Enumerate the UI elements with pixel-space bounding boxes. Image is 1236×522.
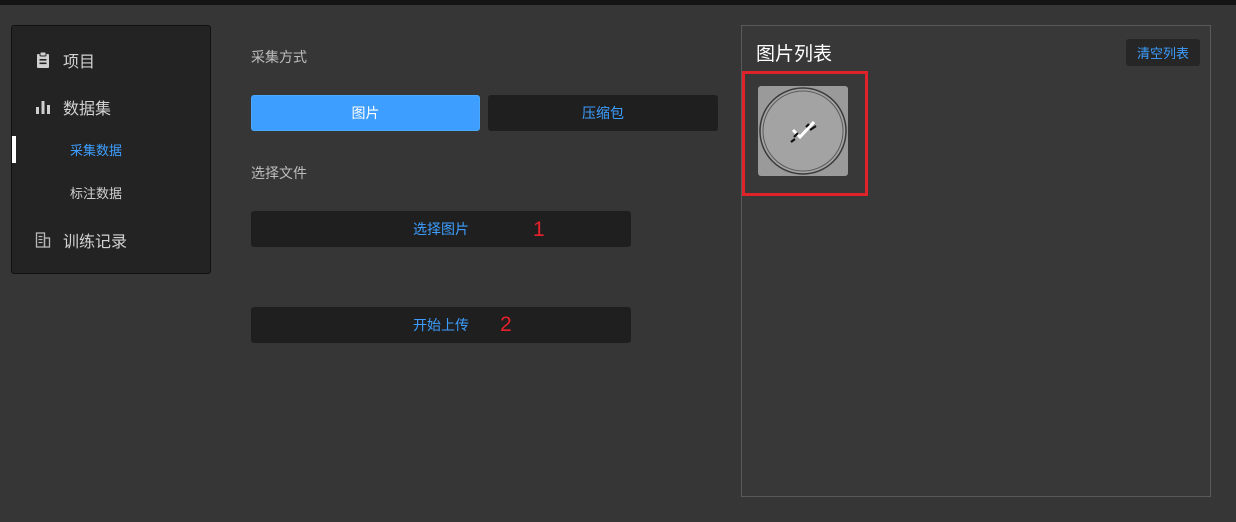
sidebar-item-collect-data[interactable]: 采集数据	[12, 131, 210, 167]
active-indicator	[12, 136, 16, 163]
collect-mode-label: 采集方式	[251, 50, 307, 66]
clipboard-icon	[34, 51, 52, 69]
sidebar-item-datasets[interactable]: 数据集	[12, 87, 210, 127]
annotation-marker-2: 2	[500, 313, 512, 336]
top-border	[0, 0, 1236, 5]
select-image-button[interactable]: 选择图片	[251, 211, 631, 247]
start-upload-button[interactable]: 开始上传	[251, 307, 631, 343]
sidebar-item-label: 项目	[63, 52, 96, 71]
circle-check-icon	[759, 87, 847, 175]
select-file-label: 选择文件	[251, 166, 307, 182]
sidebar-item-annotate-data[interactable]: 标注数据	[12, 174, 210, 210]
sidebar-item-label: 训练记录	[63, 232, 128, 251]
clear-list-button[interactable]: 清空列表	[1126, 39, 1200, 66]
annotation-marker-1: 1	[533, 218, 545, 241]
image-thumbnail[interactable]	[758, 86, 848, 176]
sidebar-item-label: 数据集	[63, 99, 112, 118]
mode-zip-button[interactable]: 压缩包	[488, 95, 718, 131]
selected-thumbnail-highlight	[742, 71, 868, 196]
sidebar: 项目 数据集 采集数据 标注数据 训练记录	[11, 25, 211, 274]
sidebar-item-label: 采集数据	[70, 143, 123, 159]
sidebar-item-label: 标注数据	[70, 186, 123, 202]
sidebar-item-training-records[interactable]: 训练记录	[12, 220, 210, 260]
image-list-panel: 图片列表 清空列表	[741, 25, 1211, 497]
bar-chart-icon	[34, 98, 52, 116]
building-icon	[34, 231, 52, 249]
image-list-title: 图片列表	[756, 43, 833, 65]
mode-image-button[interactable]: 图片	[251, 95, 480, 131]
sidebar-item-projects[interactable]: 项目	[12, 40, 210, 80]
